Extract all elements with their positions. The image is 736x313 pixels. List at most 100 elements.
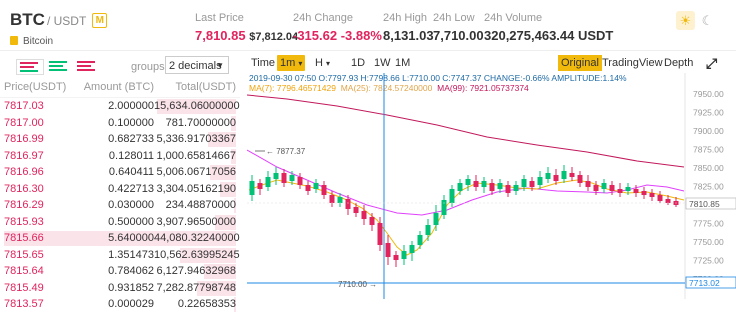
ask-row[interactable]: 7813.57 0.000029 0.22658353 xyxy=(0,296,240,313)
last-price-label: Last Price xyxy=(195,12,244,24)
candle-body xyxy=(409,245,415,253)
ask-row[interactable]: 7816.96 0.640411 5,006.06717056 xyxy=(0,164,240,181)
candle-body xyxy=(665,199,671,203)
last-price-tag: 7810.85 xyxy=(689,199,720,209)
ask-row[interactable]: 7816.29 0.030000 234.48870000 xyxy=(0,197,240,214)
y-tick-label: 7850.00 xyxy=(693,163,724,173)
col-amount: Amount (BTC) xyxy=(83,81,154,93)
ask-amount: 0.784062 xyxy=(108,265,154,277)
book-buy-icon[interactable] xyxy=(46,59,72,73)
ask-price: 7815.93 xyxy=(4,215,44,228)
ask-price: 7816.30 xyxy=(4,182,44,195)
moon-icon[interactable]: ☾ xyxy=(698,11,717,30)
candlestick-chart[interactable]: 7950.00 7925.00 7900.00 7875.00 7850.00 7825.… xyxy=(247,55,736,299)
ask-row[interactable]: 7816.99 0.682733 5,336.91703367 xyxy=(0,131,240,148)
candle-body xyxy=(633,189,639,193)
candle-body xyxy=(577,175,583,183)
change-stat: 24h Change -315.62 -3.88% xyxy=(293,12,382,43)
candle-body xyxy=(281,173,287,183)
candle-body xyxy=(617,189,623,193)
ask-price: 7817.03 xyxy=(4,100,44,112)
ask-total: 10,562.63995245 xyxy=(154,248,240,261)
ask-row[interactable]: 7815.65 1.351473 10,562.63995245 xyxy=(0,247,240,264)
coin-name[interactable]: Bitcoin xyxy=(10,36,53,47)
order-book-toolbar: groups 2 decimals ▼ xyxy=(0,55,240,77)
ask-total: 781.70000000 xyxy=(165,116,236,129)
candle-body xyxy=(545,173,551,179)
y-tick-label: 7775.00 xyxy=(693,219,724,229)
ask-row[interactable]: 7816.97 0.128011 1,000.65814667 xyxy=(0,148,240,165)
ask-amount: 0.640411 xyxy=(108,166,154,178)
ask-price: 7816.96 xyxy=(4,166,44,178)
ask-amount: 0.000029 xyxy=(108,298,154,310)
ask-amount: 1.351473 xyxy=(108,248,154,261)
high-label: 24h High xyxy=(383,12,428,24)
candle-body xyxy=(489,183,495,191)
candle-body xyxy=(433,213,439,225)
ask-row[interactable]: 7815.49 0.931852 7,282.87798748 xyxy=(0,280,240,297)
ask-total: 7,282.87798748 xyxy=(156,281,236,294)
sun-icon[interactable]: ☀ xyxy=(676,11,695,30)
ask-row[interactable]: 7816.30 0.422713 3,304.05162190 xyxy=(0,181,240,198)
ask-row[interactable]: 7815.93 0.500000 3,907.96500000 xyxy=(0,214,240,231)
ask-row[interactable]: 7817.03 2.000000 15,634.06000000 xyxy=(0,98,240,115)
ask-row[interactable]: 7815.64 0.784062 6,127.94632968 xyxy=(0,263,240,280)
candle-body xyxy=(361,211,367,219)
coin-name-label: Bitcoin xyxy=(23,36,54,47)
ask-total: 5,336.91703367 xyxy=(156,133,236,145)
candle-body xyxy=(329,195,335,203)
candle-body xyxy=(313,183,319,189)
candle-body xyxy=(569,173,575,177)
ask-total: 3,304.05162190 xyxy=(156,182,236,195)
high-value: 8,131.03 xyxy=(383,28,434,43)
candle-body xyxy=(401,251,407,259)
order-book-header: Price(USDT) Amount (BTC) Total(USDT) xyxy=(0,77,240,98)
y-tick-label: 7900.00 xyxy=(693,126,724,136)
candle-body xyxy=(449,189,455,203)
groups-label: groups xyxy=(131,61,165,73)
candle-body xyxy=(641,191,647,195)
ask-total: 3,907.96500000 xyxy=(156,215,236,228)
last-price-value: 7,810.85 xyxy=(195,28,246,43)
candle-body xyxy=(529,181,535,187)
low-marker-label: 7710.00 → xyxy=(338,280,377,289)
y-tick-label: 7925.00 xyxy=(693,108,724,118)
y-tick-label: 7950.00 xyxy=(693,89,724,99)
ask-amount: 0.500000 xyxy=(108,215,154,228)
ask-row[interactable]: 7815.66 5.640000 44,080.32240000 xyxy=(0,230,240,247)
ask-total: 6,127.94632968 xyxy=(156,265,236,277)
ask-amount: 2.000000 xyxy=(108,100,154,112)
ask-total: 5,006.06717056 xyxy=(156,166,236,178)
pair-title[interactable]: BTC / USDT M xyxy=(10,10,108,30)
book-sell-icon[interactable] xyxy=(74,59,100,73)
candle-body xyxy=(521,179,527,187)
change-pct: -3.88% xyxy=(340,28,382,43)
candle-body xyxy=(425,225,431,235)
candle-body xyxy=(289,175,295,181)
groups-value: 2 decimals xyxy=(169,60,222,72)
candle-body xyxy=(657,195,663,201)
market-header: BTC / USDT M Bitcoin Last Price 7,810.85 $… xyxy=(0,0,736,51)
candle-body xyxy=(321,185,327,195)
candle-body xyxy=(585,181,591,187)
candle-body xyxy=(505,185,511,193)
ask-row[interactable]: 7817.00 0.100000 781.70000000 xyxy=(0,115,240,132)
candle-body xyxy=(369,217,375,225)
ask-total: 234.48870000 xyxy=(165,199,236,211)
candle-body xyxy=(513,185,519,191)
ask-amount: 5.640000 xyxy=(108,232,154,244)
low-value: 7,710.00 xyxy=(433,28,484,43)
groups-select[interactable]: 2 decimals ▼ xyxy=(165,56,229,74)
col-total: Total(USDT) xyxy=(175,81,236,93)
chart-panel: Time 1m ▾ H ▾ 1D 1W 1M Original TradingV… xyxy=(247,55,736,299)
book-both-icon[interactable] xyxy=(16,59,44,75)
book-icon xyxy=(10,36,18,45)
volume-value: 320,275,463.44 USDT xyxy=(484,28,614,43)
candle-body xyxy=(297,177,303,185)
high-stat: 24h High 8,131.03 xyxy=(383,12,434,43)
ask-price: 7816.29 xyxy=(4,199,44,211)
ask-amount: 0.030000 xyxy=(108,199,154,211)
ask-price: 7816.97 xyxy=(4,149,44,162)
ask-amount: 0.931852 xyxy=(108,281,154,294)
caret-down-icon: ▼ xyxy=(216,61,224,70)
